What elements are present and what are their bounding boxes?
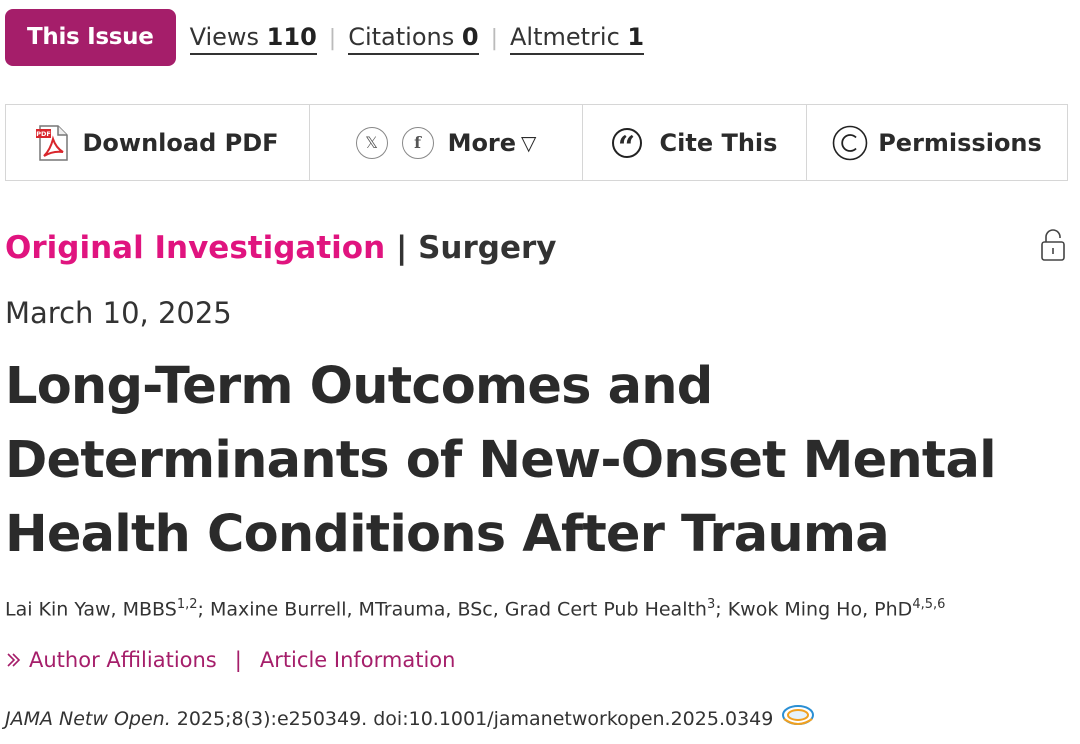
download-pdf-label: Download PDF [82, 128, 279, 157]
author-affiliations-toggle[interactable]: Author Affiliations [5, 646, 217, 674]
views-label: Views [189, 23, 260, 51]
article-info-links: Author Affiliations | Article Informatio… [5, 646, 455, 674]
author-list: Lai Kin Yaw, MBBS1,2; Maxine Burrell, MT… [5, 590, 945, 624]
this-issue-button[interactable]: This Issue [5, 8, 176, 66]
more-label: More [447, 128, 517, 157]
cite-this-button[interactable]: “ Cite This [583, 105, 807, 180]
svg-text:PDF: PDF [37, 130, 52, 138]
facebook-share-icon[interactable]: f [401, 126, 434, 159]
views-count: 110 [266, 23, 317, 51]
pdf-icon: PDF [36, 124, 70, 161]
copyright-icon [832, 125, 868, 161]
article-metrics-bar: This Issue Views 110 | Citations 0 | Alt… [5, 8, 645, 66]
citations-label: Citations [348, 23, 455, 51]
author-separator: ; [715, 598, 728, 621]
publication-date: March 10, 2025 [5, 296, 232, 330]
views-metric[interactable]: Views 110 [189, 23, 317, 55]
article-type[interactable]: Original Investigation [5, 230, 385, 266]
author-affiliation-ref: 3 [706, 597, 716, 612]
cite-this-label: Cite This [659, 128, 778, 157]
journal-abbreviation: JAMA Netw Open. [5, 708, 171, 730]
quote-icon: “ [611, 127, 642, 162]
x-share-icon[interactable]: 𝕏 [355, 126, 388, 159]
metric-divider: | [328, 25, 337, 51]
double-chevron-right-icon [5, 651, 23, 669]
citations-count: 0 [461, 23, 479, 51]
article-information-link[interactable]: Article Information [260, 646, 456, 674]
author-affiliations-label: Author Affiliations [29, 648, 217, 672]
author-affiliation-ref: 1,2 [176, 597, 198, 612]
altmetric-score: 1 [627, 23, 645, 51]
author-name[interactable]: Lai Kin Yaw, MBBS [5, 598, 177, 620]
share-more-group: 𝕏 f More ▽ [310, 105, 583, 180]
links-divider: | [234, 648, 242, 672]
author-name[interactable]: Kwok Ming Ho, PhD [728, 598, 913, 620]
author-name[interactable]: Maxine Burrell, MTrauma, BSc, Grad Cert … [210, 598, 707, 620]
article-title: Long-Term Outcomes and Determinants of N… [5, 357, 997, 564]
open-access-lock-icon [1040, 228, 1066, 266]
article-toolbar: PDF Download PDF 𝕏 f More ▽ “ Cite This … [5, 104, 1068, 181]
download-pdf-button[interactable]: PDF Download PDF [6, 105, 310, 180]
citations-metric[interactable]: Citations 0 [348, 23, 479, 55]
article-section[interactable]: Surgery [418, 230, 556, 266]
author-affiliation-ref: 4,5,6 [912, 597, 946, 612]
category-divider: | [395, 230, 408, 266]
author-separator: ; [197, 598, 210, 621]
article-category: Original Investigation | Surgery [5, 228, 556, 268]
permissions-button[interactable]: Permissions [807, 105, 1067, 180]
altmetric-label: Altmetric [510, 23, 620, 51]
metric-divider: | [490, 25, 498, 51]
chevron-down-icon: ▽ [521, 130, 537, 155]
citation-line: JAMA Netw Open. 2025;8(3):e250349. doi:1… [5, 703, 815, 735]
citation-details: 2025;8(3):e250349. doi:10.1001/jamanetwo… [170, 708, 774, 730]
crossmark-icon[interactable] [781, 703, 815, 735]
permissions-label: Permissions [878, 128, 1042, 157]
altmetric-metric[interactable]: Altmetric 1 [510, 23, 645, 55]
more-share-button[interactable]: More ▽ [448, 129, 537, 157]
